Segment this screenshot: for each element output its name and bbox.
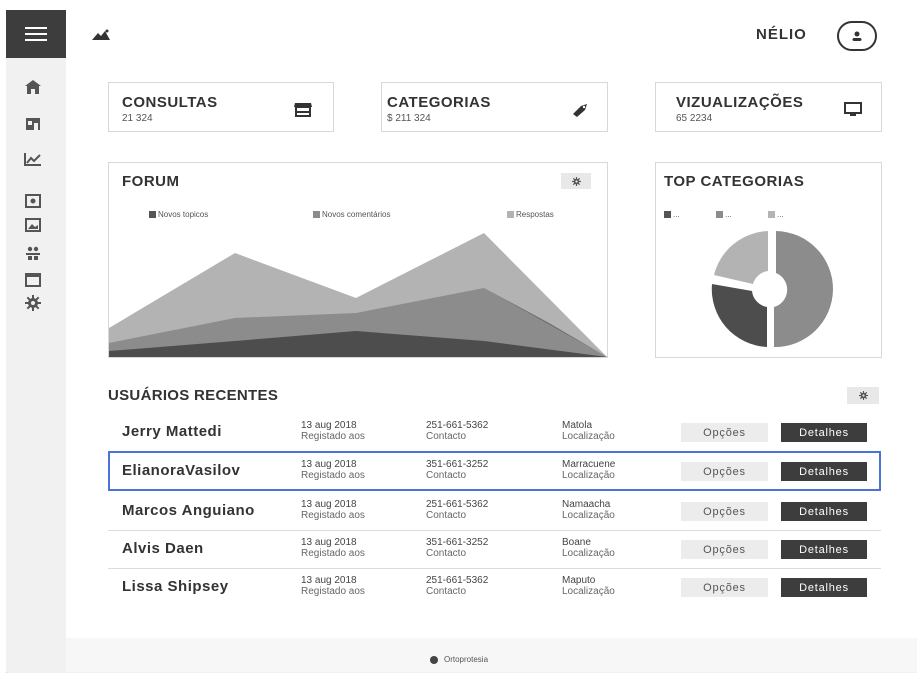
donut-slice-1 — [774, 231, 833, 348]
details-button[interactable]: Detalhes — [781, 502, 867, 521]
legend-item: Novos topicos — [149, 210, 208, 219]
stat-card-vizualizacoes[interactable]: VIZUALIZAÇÕES 65 2234 — [655, 82, 882, 132]
contact: 351-661-3252 Contacto — [426, 537, 489, 559]
footer — [66, 638, 917, 672]
user-row[interactable]: Marcos Anguiano 13 aug 2018 Registado aos… — [108, 493, 881, 531]
shop-icon[interactable] — [24, 114, 42, 132]
copyright-icon — [430, 655, 438, 664]
line-chart-icon[interactable] — [24, 150, 42, 168]
details-button[interactable]: Detalhes — [781, 578, 867, 597]
sidebar — [6, 10, 66, 672]
people-icon[interactable] — [24, 244, 42, 262]
user-icon — [852, 31, 862, 41]
legend-item: ... — [768, 210, 784, 219]
registration-date: 13 aug 2018 Registado aos — [301, 537, 365, 559]
location: Matola Localização — [562, 420, 615, 442]
options-button[interactable]: Opções — [681, 578, 768, 597]
location: Maputo Localização — [562, 575, 615, 597]
donut-slice-3 — [714, 231, 768, 284]
details-button[interactable]: Detalhes — [781, 423, 867, 442]
stat-value: 21 324 — [122, 113, 153, 124]
tag-icon — [570, 101, 590, 117]
registration-date: 13 aug 2018 Registado aos — [301, 420, 365, 442]
user-name[interactable]: NÉLIO — [756, 26, 807, 43]
legend-item: Respostas — [507, 210, 554, 219]
user-row[interactable]: Jerry Mattedi 13 aug 2018 Registado aos 2… — [108, 414, 881, 452]
mountain-logo-icon[interactable] — [92, 28, 112, 42]
gear-icon[interactable] — [24, 294, 42, 312]
registration-date: 13 aug 2018 Registado aos — [301, 499, 365, 521]
avatar-button[interactable] — [837, 21, 877, 51]
details-button[interactable]: Detalhes — [781, 540, 867, 559]
user-row[interactable]: Alvis Daen 13 aug 2018 Registado aos 351-… — [108, 531, 881, 569]
gear-icon — [858, 391, 868, 400]
contact: 351-661-3252 Contacto — [426, 459, 489, 481]
user-name: Alvis Daen — [122, 540, 204, 557]
options-button[interactable]: Opções — [681, 540, 768, 559]
top-categories-panel: TOP CATEGORIAS ... ... ... — [655, 162, 882, 358]
options-button[interactable]: Opções — [681, 462, 768, 481]
gear-icon — [571, 176, 581, 186]
calendar-icon[interactable] — [24, 270, 42, 288]
hamburger-icon — [25, 27, 47, 41]
location: Marracuene Localização — [562, 459, 616, 481]
forum-panel: FORUM Novos topicos Novos comentários Re… — [108, 162, 608, 358]
options-button[interactable]: Opções — [681, 502, 768, 521]
contact: 251-661-5362 Contacto — [426, 420, 489, 442]
section-title: USUÁRIOS RECENTES — [108, 387, 279, 404]
location: Namaacha Localização — [562, 499, 615, 521]
user-row-selected[interactable]: ElianoraVasilov 13 aug 2018 Registado aos… — [108, 451, 881, 491]
contact: 251-661-5362 Contacto — [426, 499, 489, 521]
stat-card-consultas[interactable]: CONSULTAS 21 324 — [108, 82, 334, 132]
menu-button[interactable] — [6, 10, 66, 58]
details-button[interactable]: Detalhes — [781, 462, 867, 481]
home-icon[interactable] — [24, 78, 42, 96]
stat-title: CATEGORIAS — [387, 94, 491, 111]
users-settings-button[interactable] — [847, 387, 879, 404]
legend-item: Novos comentários — [313, 210, 390, 219]
user-name: Jerry Mattedi — [122, 423, 222, 440]
panel-title: FORUM — [122, 173, 180, 190]
user-name: Marcos Anguiano — [122, 502, 255, 519]
user-row[interactable]: Lissa Shipsey 13 aug 2018 Registado aos 2… — [108, 569, 881, 607]
stat-value: 65 2234 — [676, 113, 713, 124]
registration-date: 13 aug 2018 Registado aos — [301, 459, 365, 481]
options-button[interactable]: Opções — [681, 423, 768, 442]
image-icon[interactable] — [24, 216, 42, 234]
registration-date: 13 aug 2018 Registado aos — [301, 575, 365, 597]
stat-value: $ 211 324 — [387, 113, 431, 124]
donut-slice-2 — [711, 284, 767, 347]
money-icon[interactable] — [24, 192, 42, 210]
donut-chart — [711, 231, 833, 348]
user-name: ElianoraVasilov — [122, 462, 241, 479]
legend-item: ... — [664, 210, 680, 219]
legend-item: ... — [716, 210, 732, 219]
store-icon — [293, 101, 313, 117]
contact: 251-661-5362 Contacto — [426, 575, 489, 597]
stat-card-categorias[interactable]: CATEGORIAS $ 211 324 — [381, 82, 608, 132]
forum-settings-button[interactable] — [561, 173, 591, 189]
footer-text: Ortoprotesia — [430, 655, 488, 664]
monitor-icon — [843, 101, 863, 117]
stat-title: VIZUALIZAÇÕES — [676, 94, 804, 111]
panel-title: TOP CATEGORIAS — [664, 173, 805, 190]
stat-title: CONSULTAS — [122, 94, 218, 111]
user-name: Lissa Shipsey — [122, 578, 229, 595]
area-chart — [109, 233, 607, 357]
location: Boane Localização — [562, 537, 615, 559]
